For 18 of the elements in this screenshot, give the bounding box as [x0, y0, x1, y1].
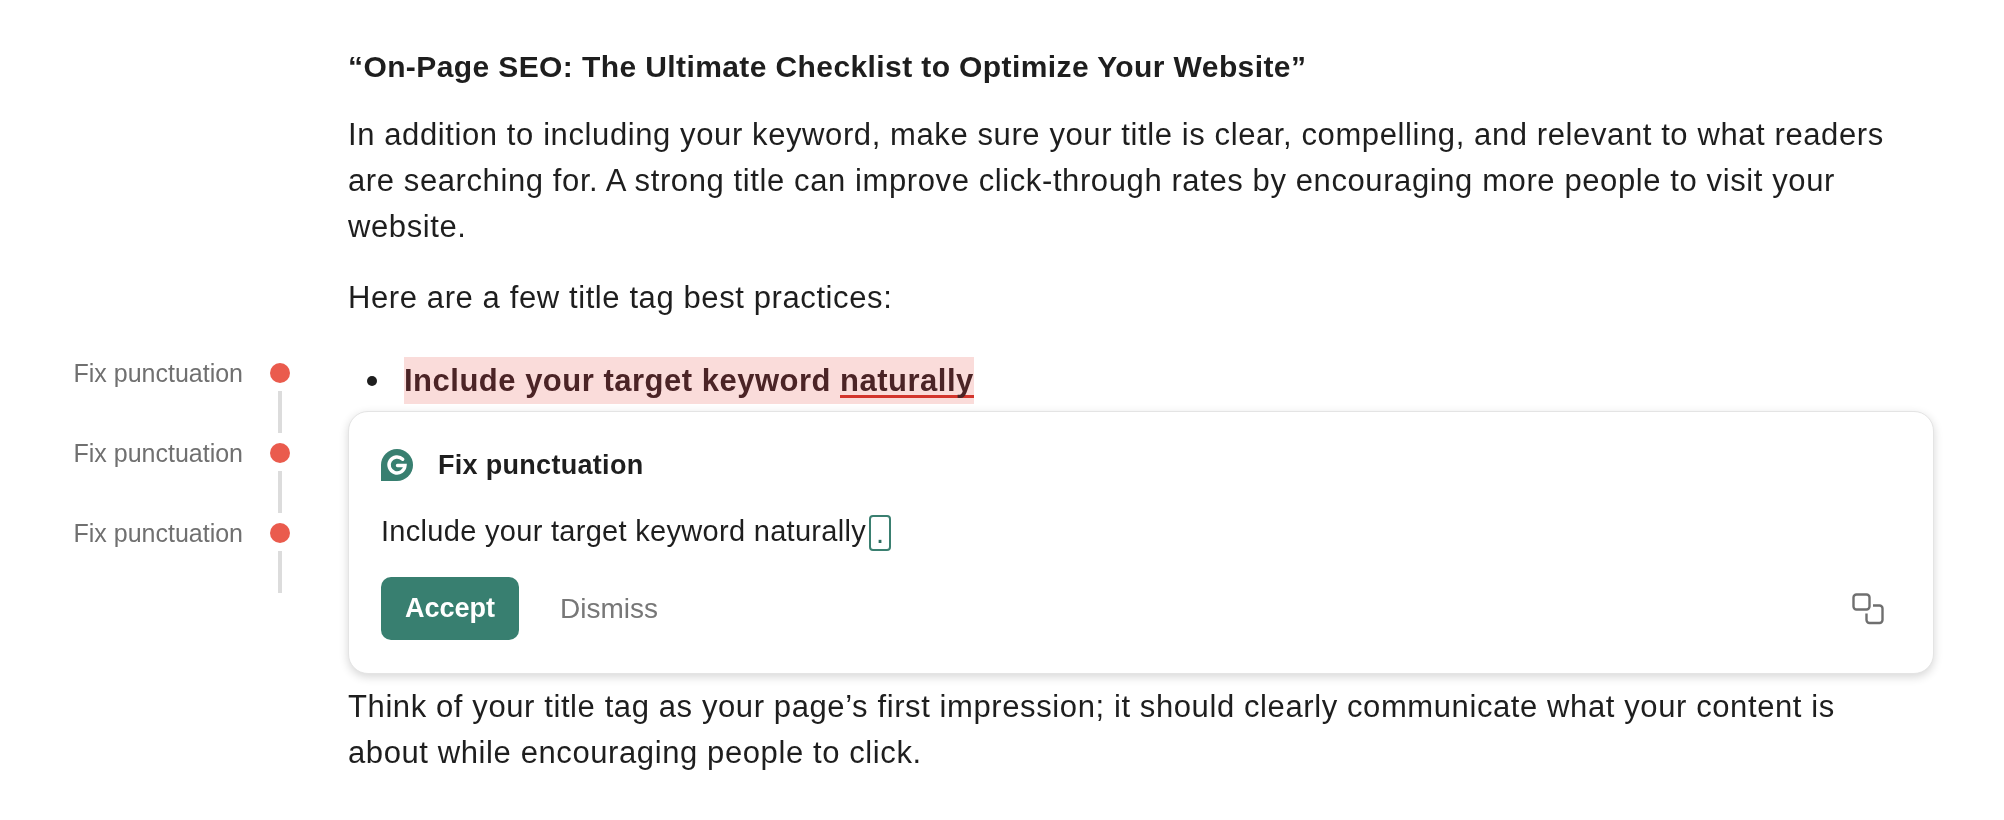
dismiss-button[interactable]: Dismiss [560, 577, 659, 641]
article-title: “On-Page SEO: The Ultimate Checklist to Optimize Your Website” [348, 49, 1308, 85]
body-paragraph: Think of your title tag as your page’s first impression; it should clearly communicate what your content is about while encouraging people to click. [348, 688, 1836, 773]
body-paragraph: In addition to including your keyword, make sure your title is clear, compelling, and relevant to what readers are searching for. A strong title can improve click-through rates by encouraging more people to visit your website. [348, 116, 1885, 246]
copy-icon[interactable] [1852, 592, 1886, 625]
status-dot-icon[interactable] [270, 523, 290, 543]
logo-icon [381, 449, 413, 481]
body-paragraph: Here are a few title tag best practices: [348, 279, 894, 317]
status-dot-icon[interactable] [270, 363, 290, 383]
issue-label[interactable]: Fix punctuation [73, 353, 243, 393]
accept-button[interactable]: Accept [381, 577, 520, 641]
status-dot-icon[interactable] [270, 443, 290, 463]
issue-label[interactable]: Fix punctuation [73, 433, 243, 473]
issue-label[interactable]: Fix punctuation [73, 513, 243, 553]
bullet-icon [367, 375, 377, 386]
list-item-text: Include your target keyword naturally [404, 357, 974, 404]
suggestion-text: Include your target keyword naturally . [381, 511, 1901, 552]
card-title: Fix punctuation [438, 449, 644, 481]
